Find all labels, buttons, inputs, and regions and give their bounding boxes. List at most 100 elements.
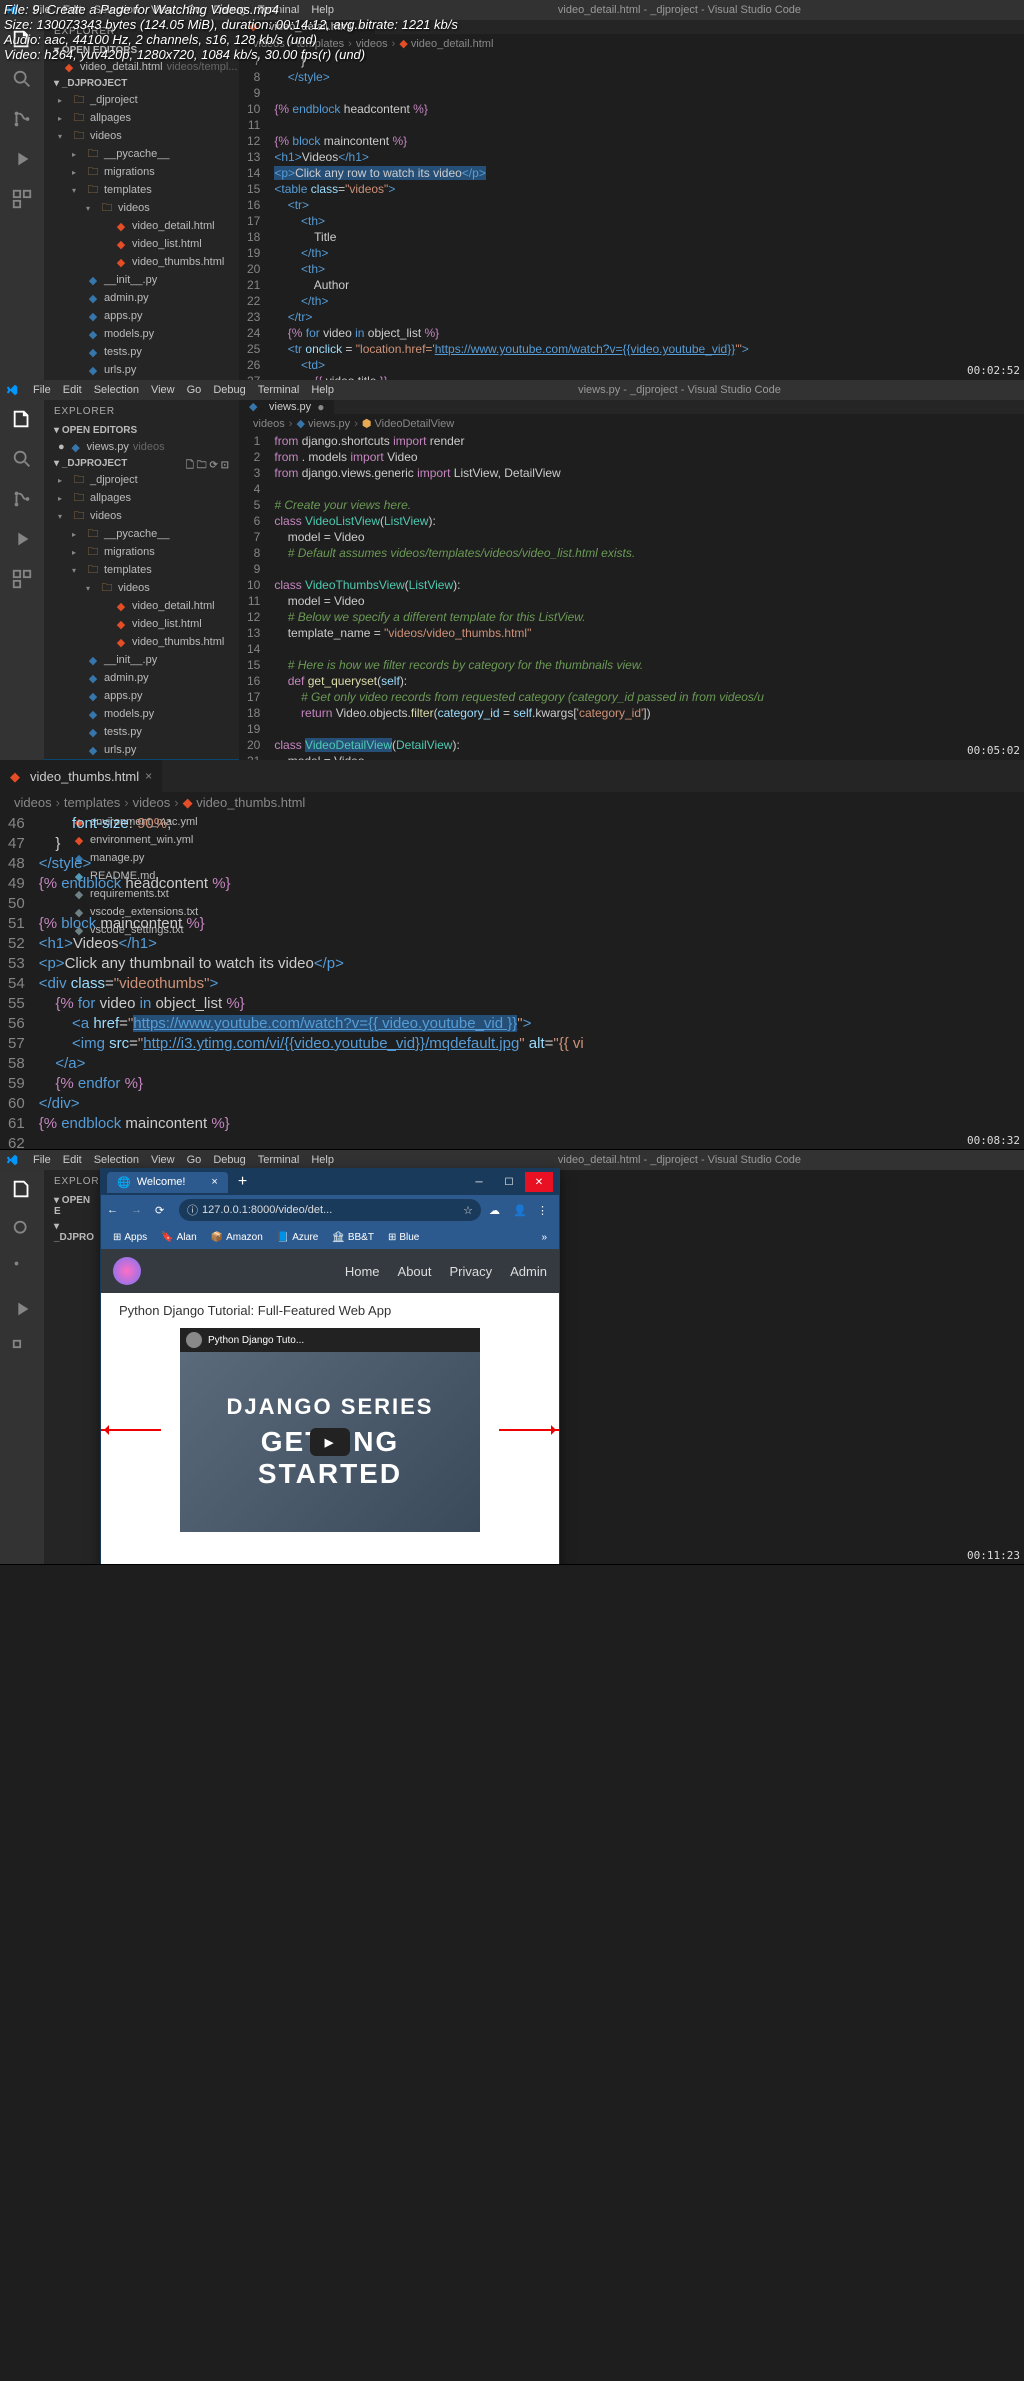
explorer-icon[interactable] <box>11 408 33 430</box>
menu-view[interactable]: View <box>151 1154 175 1166</box>
menu-selection[interactable]: Selection <box>94 384 139 396</box>
profile-icon[interactable]: 👤 <box>513 1204 529 1217</box>
tree-item[interactable]: ◆video_detail.html <box>44 597 239 615</box>
tree-item[interactable]: ◆video_list.html <box>44 235 239 253</box>
search-icon[interactable] <box>11 68 33 90</box>
tree-item[interactable]: ◆apps.py <box>44 687 239 705</box>
extensions-icon[interactable] <box>11 188 33 210</box>
nav-about[interactable]: About <box>398 1264 432 1279</box>
cloud-icon[interactable]: ☁ <box>489 1204 505 1217</box>
tree-item[interactable]: ▾🗀templates <box>44 181 239 199</box>
tree-item[interactable]: ▸🗀allpages <box>44 109 239 127</box>
tree-item[interactable]: ◆apps.py <box>44 307 239 325</box>
open-editor-item[interactable]: ● ◆views.py videos <box>44 438 239 456</box>
project-section[interactable]: ▾ _DJPROJECT 🗋 🗀 ⟳ ⊡ <box>44 456 239 471</box>
tree-item[interactable]: ◆urls.py <box>44 361 239 379</box>
modified-icon[interactable]: ● <box>317 400 324 414</box>
browser-tab[interactable]: 🌐 Welcome! × <box>107 1172 228 1193</box>
browser-titlebar[interactable]: 🌐 Welcome! × + ─ ☐ ✕ <box>101 1169 559 1195</box>
search-icon[interactable] <box>11 1218 33 1240</box>
tree-item[interactable]: ▸🗀_djproject <box>44 91 239 109</box>
debug-icon[interactable] <box>11 528 33 550</box>
video-thumbnail[interactable]: Python Django Tuto... DJANGO SERIES GETT… <box>180 1328 480 1532</box>
code-area[interactable]: 4647484950515253545556575859606162 font-… <box>0 814 1024 1154</box>
breadcrumb[interactable]: videos›◆ views.py›⬢ VideoDetailView <box>239 414 1024 433</box>
tree-item[interactable]: ◆models.py <box>44 325 239 343</box>
tree-item[interactable]: ◆video_detail.html <box>44 217 239 235</box>
maximize-button[interactable]: ☐ <box>495 1172 523 1192</box>
menu-edit[interactable]: Edit <box>63 1154 82 1166</box>
menu-selection[interactable]: Selection <box>94 1154 139 1166</box>
play-icon[interactable]: ▶ <box>310 1428 350 1456</box>
tree-item[interactable]: ▸🗀_djproject <box>44 471 186 489</box>
tree-item[interactable]: ◆video_thumbs.html <box>44 253 239 271</box>
tree-item[interactable]: ▾🗀videos <box>44 507 239 525</box>
bookmark-item[interactable]: 📘 Azure <box>271 1230 325 1245</box>
tree-item[interactable]: ▸🗀migrations <box>44 163 239 181</box>
search-icon[interactable] <box>11 448 33 470</box>
extensions-icon[interactable] <box>11 568 33 590</box>
menu-file[interactable]: File <box>33 1154 51 1166</box>
tree-item[interactable]: ◆admin.py <box>44 669 239 687</box>
menu-help[interactable]: Help <box>311 1154 334 1166</box>
bookmark-item[interactable]: 📦 Amazon <box>205 1230 269 1245</box>
tree-item[interactable]: ◆tests.py <box>44 343 239 361</box>
tree-item[interactable]: ▸🗀allpages <box>44 489 239 507</box>
minimize-button[interactable]: ─ <box>465 1172 493 1192</box>
source-control-icon[interactable] <box>11 1258 33 1280</box>
tree-item[interactable]: ▸🗀__pycache__ <box>44 525 239 543</box>
explorer-icon[interactable] <box>11 1178 33 1200</box>
reload-icon[interactable]: ⟳ <box>155 1204 171 1217</box>
info-icon[interactable]: ⓘ <box>187 1202 198 1218</box>
nav-privacy[interactable]: Privacy <box>450 1264 493 1279</box>
menu-terminal[interactable]: Terminal <box>258 384 300 396</box>
menu-go[interactable]: Go <box>187 384 202 396</box>
close-tab-icon[interactable]: × <box>211 1176 217 1188</box>
editor-tab[interactable]: ◆video_thumbs.html× <box>0 760 163 792</box>
tree-item[interactable]: ◆models.py <box>44 705 239 723</box>
debug-icon[interactable] <box>11 1298 33 1320</box>
menu-view[interactable]: View <box>151 384 175 396</box>
tree-item[interactable]: ▾🗀videos <box>44 579 239 597</box>
debug-icon[interactable] <box>11 148 33 170</box>
project-section[interactable]: ▾ _DJPROJECT <box>44 76 239 91</box>
tree-item[interactable]: ◆video_list.html <box>44 615 239 633</box>
source-control-icon[interactable] <box>11 488 33 510</box>
menu-debug[interactable]: Debug <box>213 1154 245 1166</box>
bookmark-item[interactable]: 🏦 BB&T <box>326 1230 380 1245</box>
tree-item[interactable]: ◆tests.py <box>44 723 239 741</box>
menu-debug[interactable]: Debug <box>213 384 245 396</box>
menu-edit[interactable]: Edit <box>63 384 82 396</box>
tree-item[interactable]: ◆admin.py <box>44 289 239 307</box>
extensions-icon[interactable] <box>11 1338 33 1360</box>
apps-icon[interactable]: ⊞ Apps <box>107 1230 153 1245</box>
tree-item[interactable]: ▾🗀templates <box>44 561 239 579</box>
editor-tab[interactable]: ◆views.py● <box>239 400 335 414</box>
tree-item[interactable]: ▾🗀videos <box>44 127 239 145</box>
open-editors-section[interactable]: ▾ OPEN EDITORS <box>44 423 239 438</box>
bookmark-overflow-icon[interactable]: » <box>535 1230 553 1245</box>
brand-logo-icon[interactable] <box>113 1257 141 1285</box>
menu-go[interactable]: Go <box>187 1154 202 1166</box>
menu-help[interactable]: Help <box>311 384 334 396</box>
url-input[interactable]: ⓘ 127.0.0.1:8000/video/det... ☆ <box>179 1199 481 1221</box>
tree-item[interactable]: ◆__init__.py <box>44 271 239 289</box>
tree-item[interactable]: ◆__init__.py <box>44 651 239 669</box>
nav-admin[interactable]: Admin <box>510 1264 547 1279</box>
bookmark-item[interactable]: 🔖 Alan <box>155 1230 202 1245</box>
close-button[interactable]: ✕ <box>525 1172 553 1192</box>
menu-icon[interactable]: ⋮ <box>537 1204 553 1217</box>
tree-item[interactable]: ▸🗀__pycache__ <box>44 145 239 163</box>
nav-home[interactable]: Home <box>345 1264 380 1279</box>
tree-item[interactable]: ▾🗀videos <box>44 199 239 217</box>
star-icon[interactable]: ☆ <box>463 1204 473 1217</box>
source-control-icon[interactable] <box>11 108 33 130</box>
code-area[interactable]: 12345678910111213141516171819202122 from… <box>239 433 1024 785</box>
tree-item[interactable]: ▸🗀migrations <box>44 543 239 561</box>
new-tab-button[interactable]: + <box>238 1173 247 1191</box>
tree-item[interactable]: ◆video_thumbs.html <box>44 633 239 651</box>
menu-file[interactable]: File <box>33 384 51 396</box>
forward-icon[interactable]: → <box>131 1204 147 1216</box>
breadcrumb[interactable]: videos›templates›videos›◆ video_thumbs.h… <box>0 792 1024 814</box>
close-icon[interactable]: × <box>145 769 152 783</box>
